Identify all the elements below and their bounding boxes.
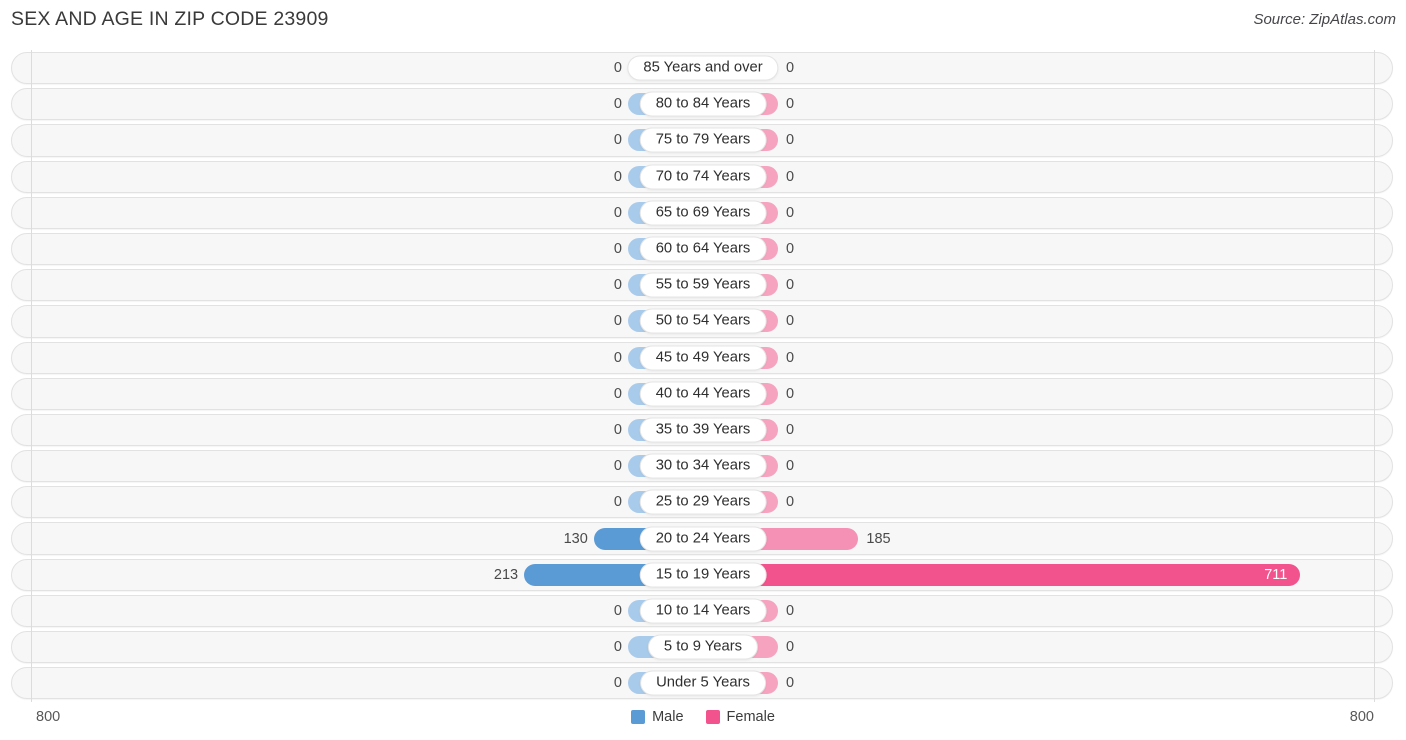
pyramid-row: 0 0 30 to 34 Years [0, 448, 1406, 484]
age-group-label: 10 to 14 Years [639, 598, 767, 624]
pyramid-row: 0 0 60 to 64 Years [0, 231, 1406, 267]
value-label-female: 0 [786, 204, 795, 221]
legend-item-female[interactable]: Female [705, 709, 775, 725]
chart-legend: Male Female [0, 709, 1406, 725]
value-label-female: 0 [786, 168, 795, 185]
value-label-male: 0 [613, 277, 622, 294]
value-label-male: 0 [613, 602, 622, 619]
chart-page: SEX AND AGE IN ZIP CODE 23909 Source: Zi… [0, 0, 1406, 740]
value-label-female: 0 [786, 385, 795, 402]
age-group-label: 25 to 29 Years [639, 489, 767, 515]
pyramid-row: 0 0 75 to 79 Years [0, 122, 1406, 158]
pyramid-row: 0 0 65 to 69 Years [0, 195, 1406, 231]
pyramid-row: 0 0 Under 5 Years [0, 665, 1406, 701]
axis-line-left [31, 50, 32, 702]
age-group-label: 30 to 34 Years [639, 453, 767, 479]
value-label-male: 213 [493, 566, 519, 583]
axis-line-right [1374, 50, 1375, 702]
value-label-female: 711 [1264, 566, 1288, 583]
value-label-female: 0 [786, 602, 795, 619]
age-group-label: 85 Years and over [627, 55, 779, 81]
pyramid-row: 213 711 15 to 19 Years [0, 557, 1406, 593]
value-label-female: 0 [786, 421, 795, 438]
age-group-label: 60 to 64 Years [639, 236, 767, 262]
age-group-label: 45 to 49 Years [639, 345, 767, 371]
legend-swatch-female-icon [705, 710, 720, 724]
age-group-label: 50 to 54 Years [639, 308, 767, 334]
pyramid-row: 0 0 50 to 54 Years [0, 303, 1406, 339]
pyramid-row: 0 0 40 to 44 Years [0, 376, 1406, 412]
chart-header: SEX AND AGE IN ZIP CODE 23909 Source: Zi… [0, 0, 1406, 46]
age-group-label: 5 to 9 Years [647, 634, 759, 660]
pyramid-row: 0 0 55 to 59 Years [0, 267, 1406, 303]
value-label-female: 0 [786, 675, 795, 692]
value-label-female: 0 [786, 494, 795, 511]
age-group-label: 55 to 59 Years [639, 272, 767, 298]
pyramid-plot-area: 0 0 85 Years and over 0 0 80 to 84 Years 0 0 75 … [0, 50, 1406, 702]
age-group-label: 20 to 24 Years [639, 526, 767, 552]
value-label-male: 0 [613, 96, 622, 113]
legend-label-female: Female [726, 709, 775, 725]
pyramid-row: 0 0 10 to 14 Years [0, 593, 1406, 629]
value-label-female: 0 [786, 349, 795, 366]
age-group-label: 75 to 79 Years [639, 127, 767, 153]
pyramid-row: 130 185 20 to 24 Years [0, 520, 1406, 556]
value-label-female: 0 [786, 313, 795, 330]
age-group-label: 15 to 19 Years [639, 562, 767, 588]
source-attribution: Source: ZipAtlas.com [1253, 11, 1396, 28]
value-label-female: 0 [786, 458, 795, 475]
value-label-male: 0 [613, 313, 622, 330]
value-label-male: 0 [613, 349, 622, 366]
page-title: SEX AND AGE IN ZIP CODE 23909 [11, 8, 329, 30]
value-label-male: 0 [613, 385, 622, 402]
value-label-female: 0 [786, 241, 795, 258]
value-label-male: 0 [613, 639, 622, 656]
value-label-male: 0 [613, 60, 622, 77]
bar-female[interactable] [703, 563, 1301, 586]
value-label-male: 0 [613, 421, 622, 438]
value-label-male: 0 [613, 168, 622, 185]
chart-footer: 800 800 Male Female [0, 702, 1406, 740]
age-group-label: 80 to 84 Years [639, 91, 767, 117]
value-label-male: 0 [613, 494, 622, 511]
value-label-male: 0 [613, 458, 622, 475]
age-group-label: 40 to 44 Years [639, 381, 767, 407]
value-label-female: 0 [786, 96, 795, 113]
value-label-female: 0 [786, 639, 795, 656]
pyramid-row: 0 0 85 Years and over [0, 50, 1406, 86]
age-group-label: 65 to 69 Years [639, 200, 767, 226]
pyramid-row: 0 0 45 to 49 Years [0, 340, 1406, 376]
value-label-female: 0 [786, 60, 795, 77]
legend-item-male[interactable]: Male [631, 709, 684, 725]
value-label-male: 0 [613, 132, 622, 149]
legend-label-male: Male [652, 709, 684, 725]
age-group-label: Under 5 Years [640, 670, 766, 696]
pyramid-row: 0 0 80 to 84 Years [0, 86, 1406, 122]
value-label-female: 185 [866, 530, 891, 547]
pyramid-row: 0 0 70 to 74 Years [0, 159, 1406, 195]
pyramid-row: 0 0 25 to 29 Years [0, 484, 1406, 520]
value-label-male: 0 [613, 675, 622, 692]
value-label-male: 0 [613, 204, 622, 221]
age-group-label: 35 to 39 Years [639, 417, 767, 443]
pyramid-row: 0 0 35 to 39 Years [0, 412, 1406, 448]
age-group-label: 70 to 74 Years [639, 164, 767, 190]
value-label-female: 0 [786, 132, 795, 149]
pyramid-row: 0 0 5 to 9 Years [0, 629, 1406, 665]
value-label-male: 0 [613, 241, 622, 258]
value-label-female: 0 [786, 277, 795, 294]
pyramid-row-list: 0 0 85 Years and over 0 0 80 to 84 Years 0 0 75 … [0, 50, 1406, 701]
legend-swatch-male-icon [631, 710, 646, 724]
value-label-male: 130 [563, 530, 588, 547]
